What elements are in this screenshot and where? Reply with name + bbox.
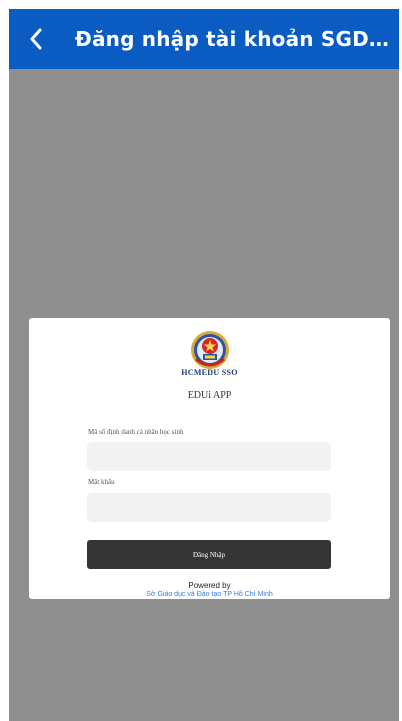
powered-by-label: Powered by	[188, 581, 231, 590]
chevron-left-icon	[29, 28, 43, 50]
back-button[interactable]	[9, 9, 63, 69]
app-screen: Đăng nhập tài khoản SGD&ĐT ... HCMEDU SS…	[9, 9, 399, 721]
organization-link[interactable]: Sở Giáo dục và Đào tạo TP Hồ Chí Minh	[29, 591, 390, 598]
app-name: EDUi APP	[187, 390, 232, 401]
password-input[interactable]	[87, 493, 331, 522]
hcmedu-emblem-icon	[187, 329, 233, 371]
app-header: Đăng nhập tài khoản SGD&ĐT ...	[9, 9, 399, 69]
login-card: HCMEDU SSO EDUi APP Mã số định danh cá n…	[29, 318, 390, 599]
brand-name: HCMEDU SSO	[181, 368, 238, 377]
password-label: Mật khẩu	[88, 478, 115, 486]
student-id-label: Mã số định danh cá nhân học sinh	[88, 428, 184, 436]
student-id-input[interactable]	[87, 442, 331, 471]
login-button[interactable]: Đăng Nhập	[87, 540, 331, 569]
page-title: Đăng nhập tài khoản SGD&ĐT ...	[75, 27, 395, 51]
